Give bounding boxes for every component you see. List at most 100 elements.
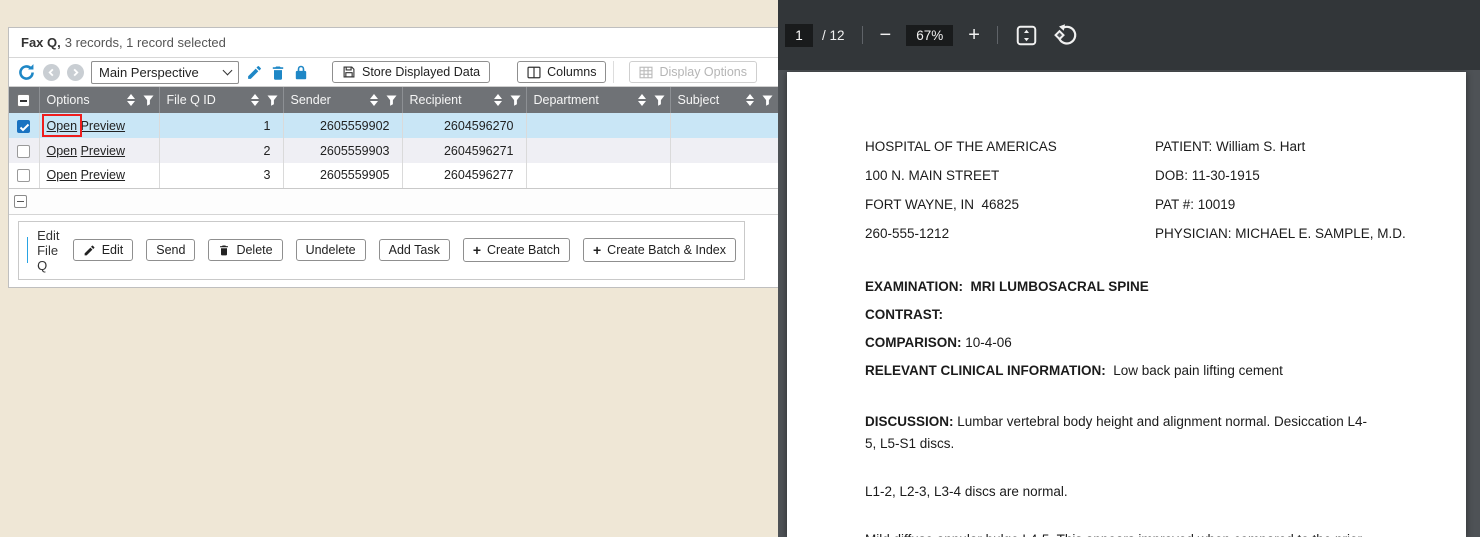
row-checkbox-checked[interactable] [17, 120, 30, 133]
create-batch-index-button[interactable]: + Create Batch & Index [583, 238, 736, 262]
filter-icon[interactable] [762, 95, 773, 106]
table-row[interactable]: Open Preview 3 2605559905 2604596277 [9, 163, 779, 188]
document-header: HOSPITAL OF THE AMERICAS PATIENT: Willia… [865, 132, 1466, 248]
delete-perspective-icon[interactable] [270, 64, 286, 81]
row-checkbox[interactable] [17, 169, 30, 182]
preview-link[interactable]: Preview [81, 168, 125, 182]
store-displayed-data-button[interactable]: Store Displayed Data [332, 61, 490, 83]
send-label: Send [156, 243, 185, 257]
zoom-level-input[interactable]: 67% [906, 25, 953, 46]
open-link[interactable]: Open [47, 144, 78, 158]
open-link[interactable]: Open [47, 119, 78, 133]
sort-icon[interactable] [638, 94, 646, 106]
comparison-value: 10-4-06 [965, 335, 1012, 350]
edit-label: Edit [102, 243, 124, 257]
undelete-button[interactable]: Undelete [296, 239, 366, 261]
cell-subject [670, 138, 779, 163]
toolbar-divider [613, 61, 614, 83]
page-title: Fax Q, [21, 35, 61, 50]
group-collapse-row [9, 189, 778, 215]
zoom-out-button[interactable]: − [880, 25, 892, 45]
sort-icon[interactable] [127, 94, 135, 106]
store-displayed-data-label: Store Displayed Data [362, 65, 480, 79]
record-summary-bar: Fax Q, 3 records, 1 record selected [9, 28, 778, 58]
column-header-sender[interactable]: Sender [291, 93, 331, 107]
filter-icon[interactable] [386, 95, 397, 106]
cell-department [526, 163, 670, 188]
edit-button[interactable]: Edit [73, 239, 134, 261]
send-button[interactable]: Send [146, 239, 195, 261]
cell-subject [670, 163, 779, 188]
columns-button[interactable]: Columns [517, 61, 606, 83]
collapse-icon[interactable] [14, 195, 27, 208]
table-row[interactable]: Open Preview 2 2605559903 2604596271 [9, 138, 779, 163]
trash-icon [218, 243, 230, 257]
forward-icon[interactable] [67, 64, 84, 81]
zoom-in-button[interactable]: + [968, 25, 980, 45]
page-number-input[interactable]: 1 [785, 24, 813, 47]
facility-line: HOSPITAL OF THE AMERICAS [865, 132, 1155, 161]
open-link[interactable]: Open [47, 168, 78, 182]
create-batch-button[interactable]: + Create Batch [463, 238, 570, 262]
filter-icon[interactable] [654, 95, 665, 106]
sort-icon[interactable] [370, 94, 378, 106]
preview-link[interactable]: Preview [81, 119, 125, 133]
panel-accent-bar [27, 237, 28, 263]
discussion-paragraph: DISCUSSION: Lumbar vertebral body height… [865, 411, 1377, 454]
sort-icon[interactable] [251, 94, 259, 106]
cell-recipient: 2604596270 [402, 113, 526, 138]
exam-label: EXAMINATION: [865, 279, 963, 294]
chevron-down-icon [223, 65, 233, 75]
findings-paragraph: L1-2, L2-3, L3-4 discs are normal. [865, 481, 1377, 503]
perspective-selected-value: Main Perspective [99, 65, 199, 80]
delete-button[interactable]: Delete [208, 239, 282, 261]
action-bar-area: Edit File Q Edit Send Delete Undelete Ad… [9, 215, 778, 287]
lock-icon[interactable] [293, 64, 309, 81]
rotate-icon[interactable] [1054, 23, 1079, 48]
facility-line: 100 N. MAIN STREET [865, 161, 1155, 190]
filter-icon[interactable] [143, 95, 154, 106]
plus-icon: + [473, 242, 481, 258]
comparison-label: COMPARISON: [865, 335, 962, 350]
filter-icon[interactable] [267, 95, 278, 106]
toolbar-separator [862, 26, 863, 44]
filter-icon[interactable] [510, 95, 521, 106]
clinical-label: RELEVANT CLINICAL INFORMATION: [865, 363, 1106, 378]
preview-link[interactable]: Preview [81, 144, 125, 158]
table-header-row: Options File Q ID Sender Recipient Depar… [9, 87, 779, 113]
save-icon [342, 65, 356, 79]
perspective-select[interactable]: Main Perspective [91, 61, 239, 84]
cell-subject [670, 113, 779, 138]
column-header-subject[interactable]: Subject [678, 93, 720, 107]
column-header-options[interactable]: Options [47, 93, 90, 107]
back-icon[interactable] [43, 64, 60, 81]
pencil-icon [83, 244, 96, 257]
sort-icon[interactable] [746, 94, 754, 106]
facility-line: 260-555-1212 [865, 219, 1155, 248]
findings-paragraph: Mild diffuse annular bulge L4-5. This ap… [865, 529, 1377, 537]
add-task-label: Add Task [389, 243, 440, 257]
cell-file-q-id: 3 [159, 163, 283, 188]
report-fields: EXAMINATION: MRI LUMBOSACRAL SPINE CONTR… [865, 273, 1466, 385]
refresh-icon[interactable] [17, 63, 36, 82]
select-all-checkbox[interactable] [17, 94, 30, 107]
pdf-page[interactable]: HOSPITAL OF THE AMERICAS PATIENT: Willia… [787, 72, 1466, 537]
table-grid-icon [639, 66, 653, 79]
cell-sender: 2605559902 [283, 113, 402, 138]
column-header-department[interactable]: Department [534, 93, 599, 107]
display-options-button[interactable]: Display Options [629, 61, 757, 83]
column-header-recipient[interactable]: Recipient [410, 93, 462, 107]
fit-to-page-icon[interactable] [1015, 24, 1038, 47]
edit-file-q-panel: Edit File Q Edit Send Delete Undelete Ad… [18, 221, 745, 280]
fax-q-window: Fax Q, 3 records, 1 record selected Main… [8, 27, 778, 288]
edit-perspective-icon[interactable] [246, 64, 263, 81]
column-header-file-q-id[interactable]: File Q ID [167, 93, 216, 107]
clinical-value: Low back pain lifting cement [1113, 363, 1283, 378]
create-batch-label: Create Batch [487, 243, 560, 257]
row-checkbox[interactable] [17, 145, 30, 158]
sort-icon[interactable] [494, 94, 502, 106]
undelete-label: Undelete [306, 243, 356, 257]
table-row[interactable]: Open Preview 1 2605559902 2604596270 [9, 113, 779, 138]
add-task-button[interactable]: Add Task [379, 239, 450, 261]
patient-line: PATIENT: William S. Hart [1155, 132, 1466, 161]
